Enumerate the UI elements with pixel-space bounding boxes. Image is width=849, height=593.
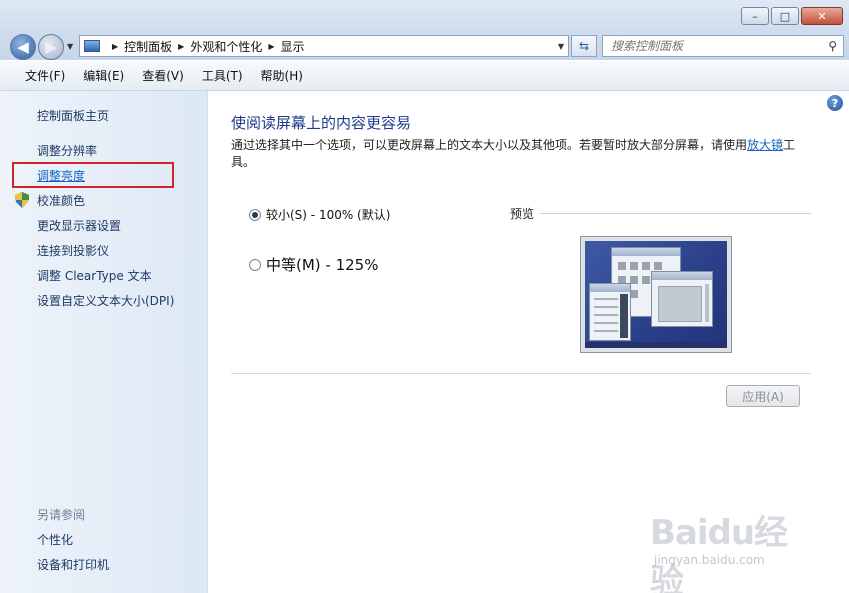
preview-label: 预览 bbox=[510, 207, 535, 221]
radio-small[interactable] bbox=[249, 208, 261, 221]
preview-window-list bbox=[589, 283, 631, 341]
apply-button[interactable]: 应用(A) bbox=[726, 385, 800, 407]
close-button[interactable]: ✕ bbox=[801, 7, 843, 25]
menu-tools[interactable]: 工具(T) bbox=[199, 65, 246, 86]
watermark-brand: Baidu经验 bbox=[650, 513, 788, 593]
search-icon[interactable]: ⚲ bbox=[828, 39, 837, 53]
window-controls: – □ ✕ bbox=[741, 7, 843, 25]
preview-screen bbox=[585, 241, 727, 348]
radio-selected-dot bbox=[252, 211, 258, 218]
menu-bar: 文件(F) 编辑(E) 查看(V) 工具(T) 帮助(H) bbox=[0, 61, 849, 91]
refresh-icon: ⇆ bbox=[578, 39, 590, 53]
sidebar-item-display-settings[interactable]: 更改显示器设置 bbox=[37, 217, 121, 234]
title-bar: – □ ✕ bbox=[0, 0, 849, 32]
address-dropdown-icon[interactable]: ▼ bbox=[558, 42, 564, 51]
option-medium-row[interactable]: 中等(M) - 125% bbox=[249, 254, 378, 275]
forward-arrow-icon: ▶ bbox=[45, 38, 57, 56]
address-bar[interactable]: ▶ 控制面板 ▶ 外观和个性化 ▶ 显示 ▼ bbox=[79, 35, 569, 57]
highlight-annotation-box bbox=[12, 162, 174, 188]
see-also-heading: 另请参阅 bbox=[37, 508, 86, 522]
maximize-button[interactable]: □ bbox=[771, 7, 799, 25]
watermark-url: jingyan.baidu.com bbox=[654, 553, 765, 567]
search-input[interactable] bbox=[611, 39, 821, 53]
breadcrumb-display[interactable]: 显示 bbox=[281, 38, 305, 55]
see-also-personalization[interactable]: 个性化 bbox=[37, 531, 73, 548]
help-icon[interactable]: ? bbox=[827, 95, 843, 111]
page-description: 通过选择其中一个选项，可以更改屏幕上的文本大小以及其他项。若要暂时放大部分屏幕，… bbox=[231, 137, 809, 171]
description-text: 通过选择其中一个选项，可以更改屏幕上的文本大小以及其他项。若要暂时放大部分屏幕，… bbox=[231, 138, 748, 152]
sidebar-item-dpi[interactable]: 设置自定义文本大小(DPI) bbox=[37, 292, 174, 309]
menu-edit[interactable]: 编辑(E) bbox=[80, 65, 127, 86]
content-divider bbox=[231, 373, 811, 374]
sidebar-item-resolution[interactable]: 调整分辨率 bbox=[37, 142, 97, 159]
preview-divider bbox=[540, 213, 811, 214]
back-arrow-icon: ◀ bbox=[17, 38, 29, 56]
chevron-right-icon[interactable]: ▶ bbox=[178, 42, 184, 51]
control-panel-icon bbox=[84, 40, 100, 52]
history-dropdown-icon[interactable]: ▼ bbox=[67, 42, 73, 51]
refresh-button[interactable]: ⇆ bbox=[571, 35, 597, 57]
minimize-button[interactable]: – bbox=[741, 7, 769, 25]
preview-image bbox=[580, 236, 732, 353]
address-row: ◀ ▶ ▼ ▶ 控制面板 ▶ 外观和个性化 ▶ 显示 ▼ ⇆ ⚲ bbox=[0, 32, 849, 60]
chevron-right-icon[interactable]: ▶ bbox=[268, 42, 274, 51]
sidebar-item-projector[interactable]: 连接到投影仪 bbox=[37, 242, 109, 259]
option-medium-label[interactable]: 中等(M) - 125% bbox=[266, 254, 378, 275]
menu-help[interactable]: 帮助(H) bbox=[258, 65, 306, 86]
sidebar-item-cleartype[interactable]: 调整 ClearType 文本 bbox=[37, 267, 152, 284]
uac-shield-icon bbox=[15, 192, 29, 208]
sidebar-item-calibrate[interactable]: 校准颜色 bbox=[37, 192, 85, 209]
menu-file[interactable]: 文件(F) bbox=[22, 65, 68, 86]
chevron-right-icon[interactable]: ▶ bbox=[112, 42, 118, 51]
sidebar: 控制面板主页 调整分辨率 调整亮度 校准颜色 更改显示器设置 连接到投影仪 调整… bbox=[0, 91, 208, 593]
breadcrumb-appearance[interactable]: 外观和个性化 bbox=[190, 38, 262, 55]
page-title: 使阅读屏幕上的内容更容易 bbox=[231, 114, 412, 132]
radio-medium[interactable] bbox=[249, 258, 261, 271]
magnifier-link[interactable]: 放大镜 bbox=[747, 138, 783, 152]
preview-window-front bbox=[651, 271, 713, 327]
breadcrumb-control-panel[interactable]: 控制面板 bbox=[124, 38, 172, 55]
sidebar-home-link[interactable]: 控制面板主页 bbox=[37, 107, 109, 124]
see-also-devices-printers[interactable]: 设备和打印机 bbox=[37, 556, 109, 573]
search-box[interactable]: ⚲ bbox=[602, 35, 844, 57]
baidu-watermark: Baidu经验 jingyan.baidu.com bbox=[650, 505, 820, 593]
option-small-row[interactable]: 较小(S) - 100% (默认) bbox=[249, 206, 390, 223]
forward-button[interactable]: ▶ bbox=[38, 34, 64, 60]
preview-taskbar bbox=[585, 342, 727, 348]
menu-view[interactable]: 查看(V) bbox=[139, 65, 187, 86]
option-small-label[interactable]: 较小(S) - 100% (默认) bbox=[266, 206, 390, 223]
back-button[interactable]: ◀ bbox=[10, 34, 36, 60]
